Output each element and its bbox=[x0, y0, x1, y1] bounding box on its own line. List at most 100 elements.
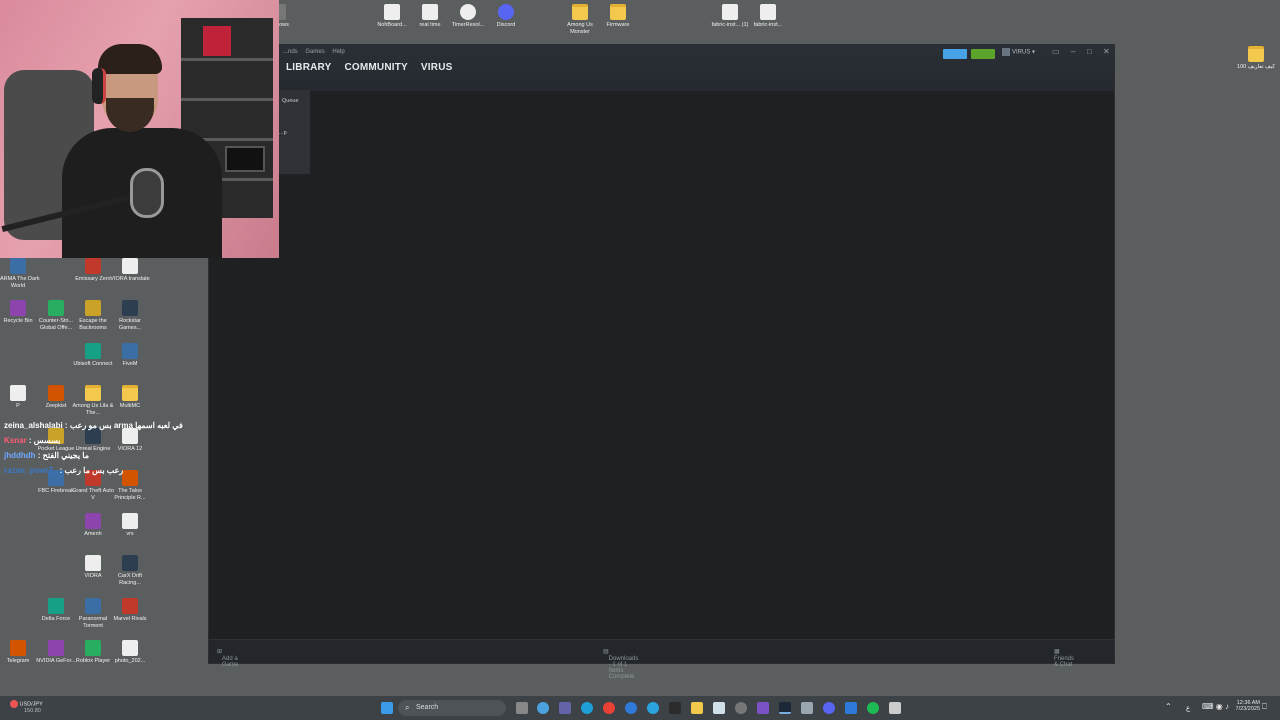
notepad-icon[interactable] bbox=[713, 702, 725, 714]
folder-icon bbox=[85, 385, 101, 401]
app-icon bbox=[85, 598, 101, 614]
weather-widget[interactable]: USD/JPY 150.80 bbox=[10, 700, 43, 714]
chrome-icon[interactable] bbox=[603, 702, 615, 714]
menu-friends[interactable]: ...nds bbox=[283, 49, 298, 55]
copilot-icon[interactable] bbox=[537, 702, 549, 714]
app-icon bbox=[122, 343, 138, 359]
desktop-icon[interactable]: VIORA translate bbox=[108, 258, 152, 283]
app-icon bbox=[384, 4, 400, 20]
broadcast-button[interactable] bbox=[943, 49, 967, 59]
chat-text: رعب بس ما رعب bbox=[64, 466, 124, 475]
app-icon bbox=[48, 598, 64, 614]
file-explorer-icon[interactable] bbox=[691, 702, 703, 714]
desktop-icon[interactable]: Discord bbox=[484, 4, 528, 29]
chat-username: Ksnar bbox=[4, 436, 27, 445]
desktop-icon[interactable]: CarX Drift Racing... bbox=[108, 555, 152, 587]
steam-nav: LIBRARY COMMUNITY VIRUS bbox=[286, 62, 462, 73]
user-menu[interactable]: VIRUS ▾ bbox=[1002, 48, 1035, 56]
desktop-icon[interactable]: photo_202... bbox=[108, 640, 152, 665]
app-icon bbox=[85, 513, 101, 529]
desktop-icon[interactable]: Rockstar Games... bbox=[108, 300, 152, 332]
app-icon bbox=[48, 385, 64, 401]
webcam-overlay bbox=[0, 0, 279, 258]
chat-text: بس مو رعب arma في لعبه اسمها bbox=[69, 421, 183, 430]
app-icon bbox=[10, 300, 26, 316]
chevron-up-icon[interactable]: ⌃ bbox=[1165, 702, 1172, 711]
search-icon: ⌕ bbox=[405, 703, 410, 712]
discord-icon[interactable] bbox=[823, 702, 835, 714]
app-icon bbox=[85, 258, 101, 274]
obs-icon[interactable] bbox=[757, 702, 769, 714]
app-icon bbox=[122, 470, 138, 486]
file-icon bbox=[122, 258, 138, 274]
media-icon[interactable] bbox=[845, 702, 857, 714]
desktop-icon[interactable]: vrs bbox=[108, 513, 152, 538]
desktop-icon[interactable]: MultiMC bbox=[108, 385, 152, 410]
terminal-icon[interactable] bbox=[669, 702, 681, 714]
steam-window: ...nds Games Help LIBRARY COMMUNITY VIRU… bbox=[208, 44, 1115, 680]
maximize-icon[interactable]: □ bbox=[1087, 47, 1092, 56]
telegram-icon[interactable] bbox=[647, 702, 659, 714]
notification-bell-icon[interactable]: ⎕ bbox=[1262, 702, 1267, 712]
settings-icon[interactable] bbox=[735, 702, 747, 714]
file-icon bbox=[122, 513, 138, 529]
big-picture-icon[interactable]: ▭ bbox=[1052, 47, 1060, 56]
desktop-icon[interactable]: Marvel Rivals bbox=[108, 598, 152, 623]
steam-footer: ⊞ Add a Game ▤ Downloads - 1 of 1 Items … bbox=[209, 639, 1114, 680]
app-icon bbox=[722, 4, 738, 20]
language-indicator[interactable]: ع bbox=[1186, 704, 1190, 712]
clock[interactable]: 12:36 AM 7/23/2025 bbox=[1230, 700, 1260, 712]
downloads-status[interactable]: ▤ Downloads - 1 of 1 Items Complete bbox=[603, 648, 638, 680]
desktop-icon[interactable]: fabric-inst... bbox=[746, 4, 790, 29]
tab-community[interactable]: COMMUNITY bbox=[344, 62, 407, 73]
app-icon bbox=[85, 343, 101, 359]
desktop-icon[interactable]: KARMA The Dark World bbox=[0, 258, 40, 290]
side-item[interactable]: ...p bbox=[279, 130, 287, 136]
add-game-button[interactable]: ⊞ Add a Game bbox=[217, 648, 238, 668]
spotify-icon[interactable] bbox=[867, 702, 879, 714]
app-icon bbox=[48, 300, 64, 316]
chat-message: razan_powr7.. : رعب بس ما رعب bbox=[4, 466, 124, 475]
teams-icon[interactable] bbox=[559, 702, 571, 714]
file-icon bbox=[122, 428, 138, 444]
desktop-icon[interactable]: Firmware bbox=[596, 4, 640, 29]
steam-menu: ...nds Games Help bbox=[283, 49, 351, 55]
start-icon[interactable] bbox=[381, 702, 393, 714]
search-input[interactable]: ⌕ Search bbox=[398, 700, 506, 716]
tab-library[interactable]: LIBRARY bbox=[286, 62, 331, 73]
chat-text: ما يجيني الفتح bbox=[42, 451, 89, 460]
app-icon bbox=[760, 4, 776, 20]
app-icon bbox=[85, 640, 101, 656]
app2-icon[interactable] bbox=[889, 702, 901, 714]
network-volume-icons[interactable]: ⌨ ◉ ♪ bbox=[1202, 702, 1229, 711]
app-icon[interactable] bbox=[801, 702, 813, 714]
task-view-icon[interactable] bbox=[516, 702, 528, 714]
notification-button[interactable] bbox=[971, 49, 995, 59]
file-icon bbox=[85, 555, 101, 571]
edge-icon[interactable] bbox=[581, 702, 593, 714]
chat-message: zeina_alshalabi : بس مو رعب arma في لعبه… bbox=[4, 421, 183, 430]
file-icon bbox=[122, 640, 138, 656]
tab-profile[interactable]: VIRUS bbox=[421, 62, 453, 73]
app-icon bbox=[460, 4, 476, 20]
app-icon bbox=[122, 598, 138, 614]
menu-help[interactable]: Help bbox=[332, 49, 344, 55]
desktop-icon-right[interactable]: کیف تعاریف 100 bbox=[1234, 46, 1278, 71]
app-icon bbox=[10, 640, 26, 656]
close-icon[interactable]: ✕ bbox=[1103, 47, 1110, 56]
steam-icon[interactable] bbox=[779, 702, 791, 714]
chat-username: zeina_alshalabi bbox=[4, 421, 63, 430]
minimize-icon[interactable]: – bbox=[1071, 47, 1075, 56]
vpn-icon[interactable] bbox=[625, 702, 637, 714]
chat-username: razan_powr7.. bbox=[4, 466, 58, 475]
friends-chat-button[interactable]: Friends & Chat ▦ bbox=[1054, 648, 1074, 668]
microphone bbox=[130, 168, 164, 218]
folder-icon bbox=[122, 385, 138, 401]
desktop-icon[interactable]: FiveM bbox=[108, 343, 152, 368]
folder-icon bbox=[1248, 46, 1264, 62]
desktop-icon[interactable]: VIORA 12 bbox=[108, 428, 152, 453]
app-icon bbox=[85, 428, 101, 444]
queue-item[interactable]: Queue bbox=[282, 98, 299, 104]
taskbar: USD/JPY 150.80 ⌕ Search ⌃ ع ⌨ ◉ ♪ 12:36 … bbox=[0, 696, 1280, 720]
menu-games[interactable]: Games bbox=[305, 49, 324, 55]
